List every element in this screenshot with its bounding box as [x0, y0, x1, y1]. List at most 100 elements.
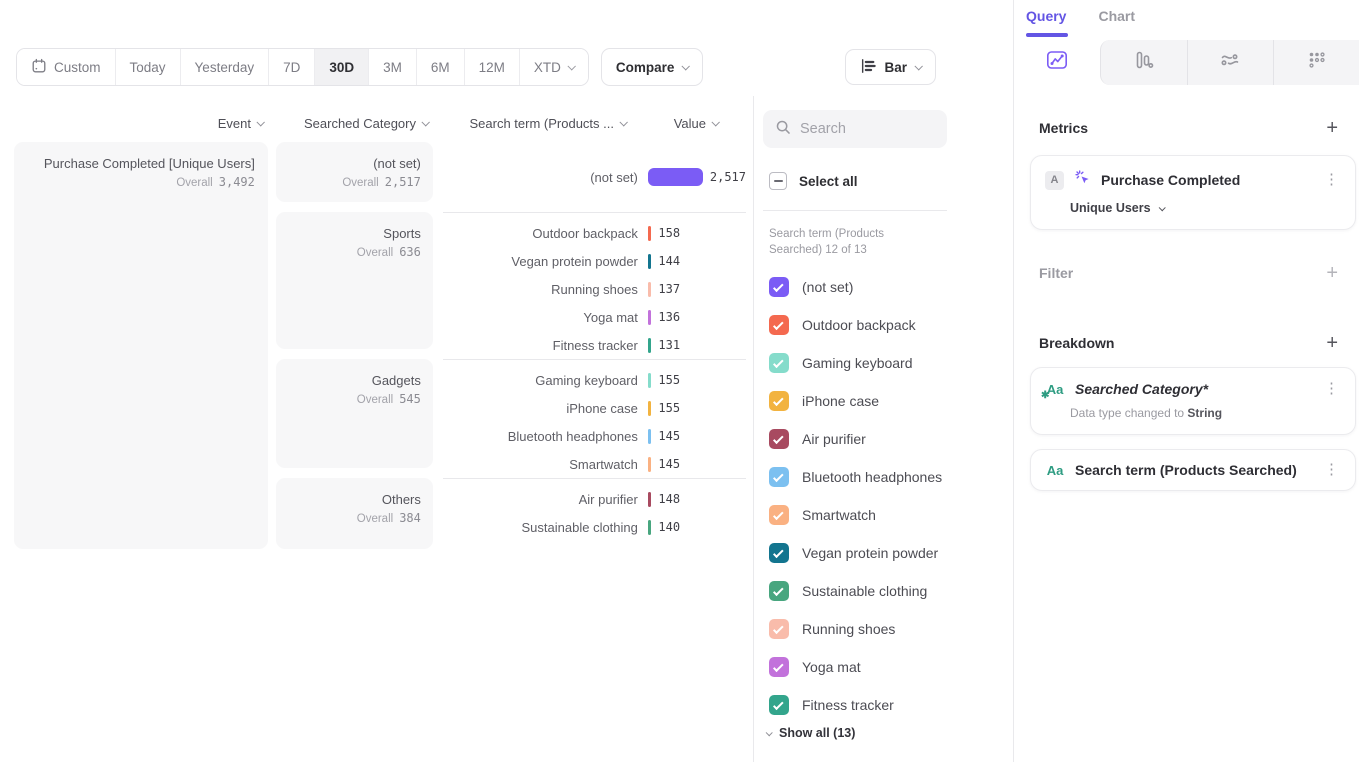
legend-item[interactable]: Bluetooth headphones [769, 458, 942, 496]
report-tab-flows[interactable] [1187, 40, 1274, 85]
date-range-custom[interactable]: Custom [17, 49, 115, 85]
checkbox[interactable] [769, 391, 789, 411]
value-number: 131 [658, 338, 680, 352]
checkbox[interactable] [769, 467, 789, 487]
column-header-searched-category[interactable]: Searched Category [275, 112, 440, 134]
breakdown-card-searched-category[interactable]: Aa✱ Searched Category* ⋮ Data type chang… [1030, 367, 1356, 435]
tab-query[interactable]: Query [1026, 8, 1066, 34]
show-all-button[interactable]: Show all (13) [766, 726, 855, 740]
category-cell[interactable]: (not set) Overall2,517 [276, 142, 433, 202]
insights-report-app: Custom Today Yesterday 7D 30D 3M 6M 12M … [0, 0, 1359, 762]
category-groups: (not set) Overall2,517 (not set) 2,517 S… [276, 142, 746, 549]
legend-item[interactable]: Running shoes [769, 610, 942, 648]
table-row[interactable]: Yoga mat 136 [443, 303, 746, 331]
category-cell[interactable]: Sports Overall636 [276, 212, 433, 349]
date-range-12m[interactable]: 12M [464, 49, 519, 85]
chart-toolbar: Custom Today Yesterday 7D 30D 3M 6M 12M … [16, 48, 996, 86]
measure-dropdown[interactable]: Unique Users [1031, 191, 1355, 229]
search-input[interactable] [800, 121, 930, 137]
date-range-6m[interactable]: 6M [416, 49, 464, 85]
table-row[interactable]: (not set) 2,517 [443, 142, 746, 212]
category-overall: Overall2,517 [276, 175, 421, 189]
check-icon [773, 509, 784, 520]
report-tab-insights[interactable] [1014, 40, 1100, 85]
kebab-menu-icon[interactable]: ⋮ [1320, 382, 1343, 396]
table-row[interactable]: Outdoor backpack 158 [443, 219, 746, 247]
overall-label: Overall [342, 177, 378, 189]
metric-letter-badge: A [1045, 171, 1064, 190]
table-row[interactable]: iPhone case 155 [443, 394, 746, 422]
column-header-event[interactable]: Event [14, 112, 275, 134]
add-breakdown-button[interactable]: + [1326, 334, 1338, 352]
date-range-7d[interactable]: 7D [268, 49, 314, 85]
table-row[interactable]: Gaming keyboard 155 [443, 366, 746, 394]
divider [763, 210, 947, 211]
legend-item[interactable]: Vegan protein powder [769, 534, 942, 572]
date-range-yesterday[interactable]: Yesterday [180, 49, 269, 85]
checkbox[interactable] [769, 429, 789, 449]
category-overall: Overall636 [276, 245, 421, 259]
metric-card[interactable]: A Purchase Completed ⋮ Unique Users [1030, 155, 1356, 230]
legend-item[interactable]: Yoga mat [769, 648, 942, 686]
legend-item[interactable]: Air purifier [769, 420, 942, 458]
column-header-search-term[interactable]: Search term (Products ... [440, 112, 650, 134]
kebab-menu-icon[interactable]: ⋮ [1320, 173, 1343, 187]
metric-name: Purchase Completed [1101, 172, 1310, 188]
date-range-today[interactable]: Today [115, 49, 180, 85]
table-row[interactable]: Sustainable clothing 140 [443, 513, 746, 541]
category-group: Gadgets Overall545 Gaming keyboard 155 i… [276, 359, 746, 478]
report-tab-retention[interactable] [1273, 40, 1359, 85]
legend-panel: Select all Search term (Products Searche… [753, 96, 1013, 762]
legend-item[interactable]: iPhone case [769, 382, 942, 420]
column-header-value[interactable]: Value [650, 112, 746, 134]
value-number: 155 [658, 373, 680, 387]
compare-button[interactable]: Compare [601, 48, 704, 86]
term-rows: Gaming keyboard 155 iPhone case 155 Blue… [443, 359, 746, 478]
select-all-checkbox[interactable] [769, 172, 787, 190]
table-row[interactable]: Vegan protein powder 144 [443, 247, 746, 275]
category-cell[interactable]: Gadgets Overall545 [276, 359, 433, 468]
chevron-down-icon [619, 118, 627, 126]
legend-item[interactable]: Gaming keyboard [769, 344, 942, 382]
table-row[interactable]: Running shoes 137 [443, 275, 746, 303]
select-all-row[interactable]: Select all [769, 172, 858, 190]
date-range-xtd[interactable]: XTD [519, 49, 588, 85]
overall-label: Overall [357, 247, 393, 259]
checkbox[interactable] [769, 315, 789, 335]
term-rows: (not set) 2,517 [443, 142, 746, 212]
table-row[interactable]: Air purifier 148 [443, 485, 746, 513]
date-range-3m[interactable]: 3M [368, 49, 416, 85]
kebab-menu-icon[interactable]: ⋮ [1320, 463, 1343, 477]
table-row[interactable]: Fitness tracker 131 [443, 331, 746, 359]
funnels-bars-icon [1134, 50, 1154, 75]
breakdown-card-search-term[interactable]: Aa Search term (Products Searched) ⋮ [1030, 449, 1356, 491]
date-range-30d[interactable]: 30D [314, 49, 368, 85]
legend-item[interactable]: Sustainable clothing [769, 572, 942, 610]
checkbox[interactable] [769, 657, 789, 677]
legend-item[interactable]: Fitness tracker [769, 686, 942, 724]
add-filter-button[interactable]: + [1326, 264, 1338, 282]
legend-item-label: Yoga mat [802, 659, 861, 675]
checkbox[interactable] [769, 505, 789, 525]
table-row[interactable]: Bluetooth headphones 145 [443, 422, 746, 450]
report-tab-funnels[interactable] [1100, 40, 1187, 85]
checkbox[interactable] [769, 581, 789, 601]
chart-type-button[interactable]: Bar [845, 49, 936, 85]
checkbox[interactable] [769, 543, 789, 563]
table-row[interactable]: Smartwatch 145 [443, 450, 746, 478]
checkbox[interactable] [769, 277, 789, 297]
checkbox[interactable] [769, 695, 789, 715]
tab-chart[interactable]: Chart [1098, 8, 1135, 34]
checkbox[interactable] [769, 619, 789, 639]
category-cell[interactable]: Others Overall384 [276, 478, 433, 549]
legend-item[interactable]: Outdoor backpack [769, 306, 942, 344]
flows-icon [1219, 50, 1241, 75]
legend-item[interactable]: Smartwatch [769, 496, 942, 534]
event-cell[interactable]: Purchase Completed [Unique Users] Overal… [14, 142, 268, 549]
category-name: (not set) [276, 155, 421, 173]
add-metric-button[interactable]: + [1326, 119, 1338, 137]
checkbox[interactable] [769, 353, 789, 373]
legend-item[interactable]: (not set) [769, 268, 942, 306]
value-number: 145 [658, 429, 680, 443]
legend-item-label: Vegan protein powder [802, 545, 938, 561]
